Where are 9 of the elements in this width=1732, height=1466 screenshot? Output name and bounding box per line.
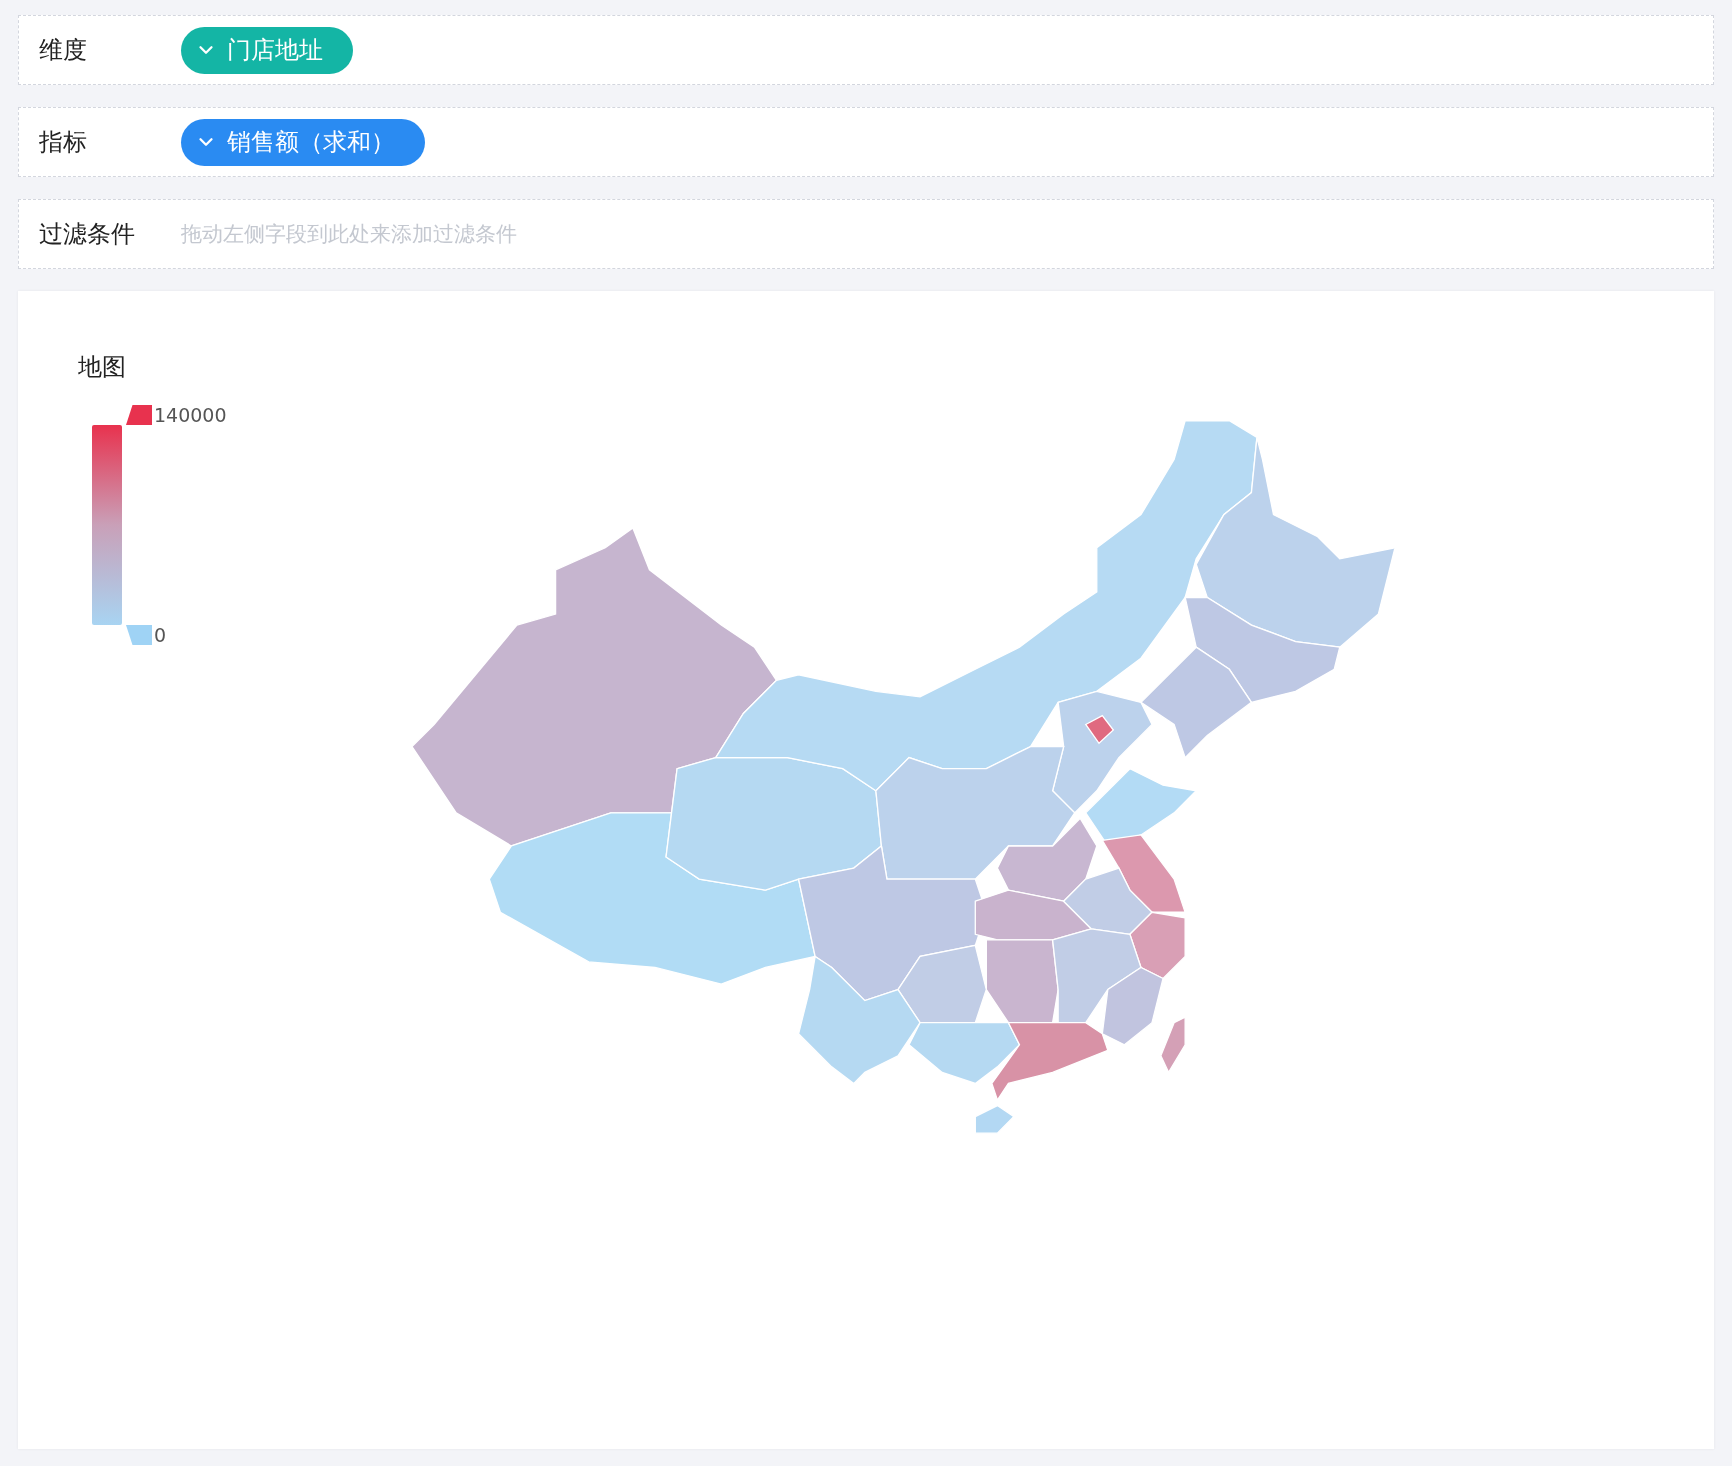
field-label: 过滤条件 <box>39 219 136 250</box>
field-chip[interactable]: 门店地址 <box>181 26 353 74</box>
legend-min-label: 0 <box>154 624 168 646</box>
field-chip[interactable]: 销售额（求和） <box>181 118 425 166</box>
legend-max-label: 140000 <box>154 404 228 426</box>
chart-title: 地图 <box>78 352 126 383</box>
drop-hint: 拖动左侧字段到此处来添加过滤条件 <box>181 221 517 248</box>
field-label: 维度 <box>39 35 88 66</box>
field-label: 指标 <box>39 127 88 158</box>
